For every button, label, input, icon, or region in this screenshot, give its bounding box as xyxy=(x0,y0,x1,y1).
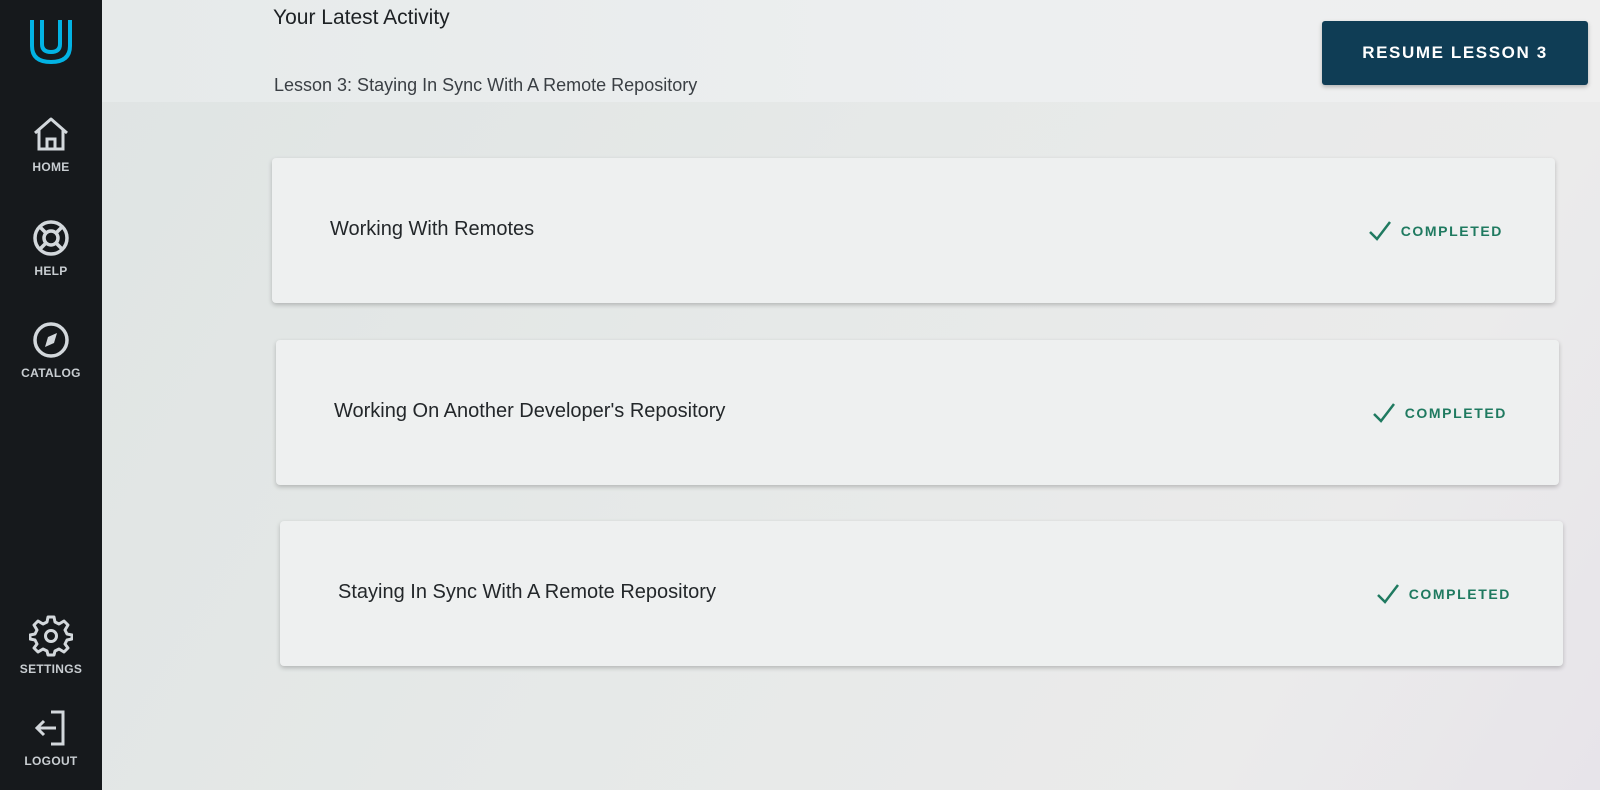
sidebar-item-label: LOGOUT xyxy=(24,754,78,768)
lifebuoy-icon xyxy=(33,220,69,256)
sidebar: HOME HELP CATALOG SETTINGS LOGOUT xyxy=(0,0,102,790)
completed-status: COMPLETED xyxy=(1367,218,1503,244)
udacity-logo-icon[interactable] xyxy=(24,14,78,68)
sidebar-item-label: CATALOG xyxy=(21,366,81,380)
status-label: COMPLETED xyxy=(1400,223,1503,239)
sidebar-item-catalog[interactable]: CATALOG xyxy=(0,318,102,380)
completed-status: COMPLETED xyxy=(1371,400,1507,426)
page-title: Your Latest Activity xyxy=(273,6,450,29)
concept-card[interactable]: Staying In Sync With A Remote Repository… xyxy=(280,521,1563,666)
sidebar-item-home[interactable]: HOME xyxy=(0,112,102,174)
sidebar-item-settings[interactable]: SETTINGS xyxy=(0,614,102,676)
concept-title: Working On Another Developer's Repositor… xyxy=(334,400,726,422)
sidebar-item-help[interactable]: HELP xyxy=(0,216,102,278)
sidebar-item-label: HELP xyxy=(34,264,68,278)
checkmark-icon xyxy=(1372,403,1395,423)
concept-title: Staying In Sync With A Remote Repository xyxy=(338,581,716,603)
resume-lesson-button[interactable]: RESUME LESSON 3 xyxy=(1322,21,1588,85)
checkmark-icon xyxy=(1376,584,1399,604)
concept-card[interactable]: Working With Remotes COMPLETED xyxy=(272,158,1555,303)
checkmark-icon xyxy=(1368,221,1391,241)
logout-icon xyxy=(34,710,65,746)
home-icon xyxy=(34,117,68,151)
gear-icon xyxy=(29,615,73,657)
sidebar-item-label: HOME xyxy=(32,160,70,174)
lesson-subtitle: Lesson 3: Staying In Sync With A Remote … xyxy=(274,75,698,95)
concept-title: Working With Remotes xyxy=(330,218,535,240)
status-label: COMPLETED xyxy=(1404,405,1507,421)
latest-activity-header: Your Latest Activity Lesson 3: Staying I… xyxy=(102,0,1600,102)
sidebar-item-label: SETTINGS xyxy=(19,662,83,676)
concept-card[interactable]: Working On Another Developer's Repositor… xyxy=(276,340,1559,485)
status-label: COMPLETED xyxy=(1408,586,1511,602)
sidebar-item-logout[interactable]: LOGOUT xyxy=(0,706,102,768)
compass-icon xyxy=(33,322,69,358)
completed-status: COMPLETED xyxy=(1375,581,1511,607)
main-content: Your Latest Activity Lesson 3: Staying I… xyxy=(102,0,1600,790)
